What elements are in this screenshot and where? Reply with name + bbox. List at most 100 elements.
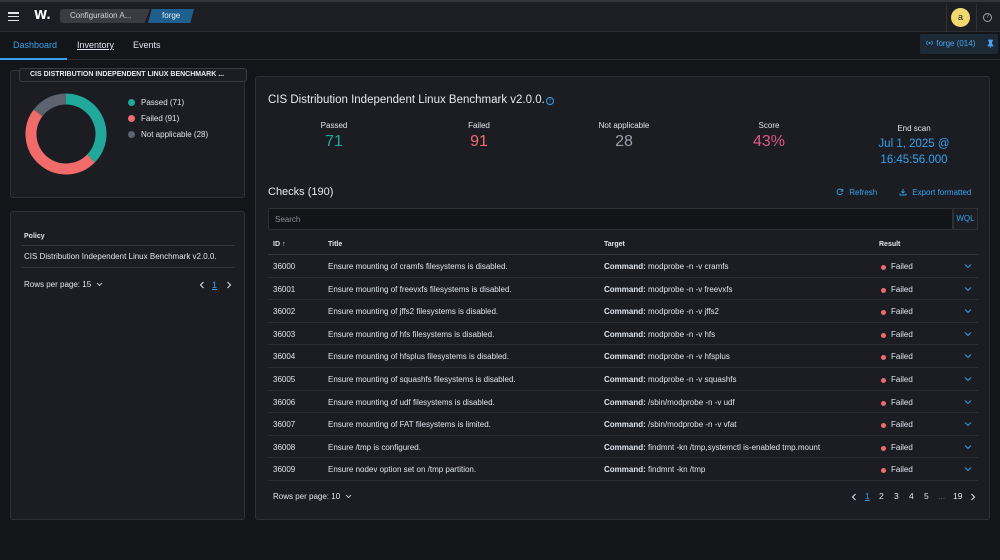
page-link[interactable]: 3 bbox=[894, 491, 899, 501]
table-row[interactable]: 36000 Ensure mounting of cramfs filesyste… bbox=[268, 255, 978, 278]
table-row[interactable]: 36005 Ensure mounting of squashfs filesys… bbox=[268, 368, 978, 391]
chevron-right-icon[interactable] bbox=[226, 281, 232, 289]
check-title: Ensure nodev option set on /tmp partitio… bbox=[328, 465, 477, 475]
check-id: 36004 bbox=[273, 352, 296, 362]
check-target: Command: /sbin/modprobe -n -v udf bbox=[604, 397, 735, 407]
tab-inventory[interactable]: Inventory bbox=[77, 40, 114, 50]
table-row[interactable]: 36006 Ensure mounting of udf filesystems … bbox=[268, 391, 978, 414]
divider bbox=[946, 4, 947, 32]
pin-icon[interactable] bbox=[987, 34, 994, 54]
radio-icon bbox=[926, 40, 933, 46]
expand-row-chevron-icon[interactable] bbox=[964, 352, 972, 360]
target-prefix: Command: bbox=[604, 329, 646, 339]
export-formatted-button[interactable]: Export formatted bbox=[899, 188, 971, 197]
page-link[interactable]: 2 bbox=[879, 491, 884, 501]
check-title: Ensure mounting of jffs2 filesystems is … bbox=[328, 307, 499, 317]
wql-button[interactable]: WQL bbox=[953, 208, 978, 230]
column-header-id[interactable]: ID ↑ bbox=[273, 241, 285, 248]
expand-row-chevron-icon[interactable] bbox=[964, 307, 972, 315]
checks-table: ID ↑ Title Target Result 36000 Ensure mou… bbox=[268, 236, 978, 481]
expand-row-chevron-icon[interactable] bbox=[964, 285, 972, 293]
expand-row-chevron-icon[interactable] bbox=[964, 375, 972, 383]
target-prefix: Command: bbox=[604, 284, 646, 294]
failed-status-dot bbox=[881, 377, 886, 383]
breadcrumb-configuration-assessment[interactable]: Configuration A... bbox=[60, 9, 150, 23]
tab-events[interactable]: Events bbox=[133, 40, 161, 50]
policy-list-panel: Policy CIS Distribution Independent Linu… bbox=[10, 211, 245, 520]
table-header: ID ↑ Title Target Result bbox=[268, 236, 978, 255]
legend-item-failed[interactable]: Failed (91) bbox=[128, 114, 208, 130]
check-id: 36005 bbox=[273, 374, 296, 384]
page-link[interactable]: 4 bbox=[909, 491, 914, 501]
check-target: Command: findmnt -kn /tmp,systemctl is-e… bbox=[604, 442, 821, 452]
check-id: 36003 bbox=[273, 329, 296, 339]
page-1-link[interactable]: 1 bbox=[212, 280, 217, 290]
table-row[interactable]: 36003 Ensure mounting of hfs filesystems … bbox=[268, 323, 978, 346]
legend-label: Failed (91) bbox=[141, 114, 180, 123]
search-field[interactable] bbox=[268, 208, 953, 230]
expand-row-chevron-icon[interactable] bbox=[964, 262, 972, 270]
table-row[interactable]: 36002 Ensure mounting of jffs2 filesystem… bbox=[268, 300, 978, 323]
legend-dot bbox=[128, 115, 135, 122]
policy-row[interactable]: CIS Distribution Independent Linux Bench… bbox=[24, 252, 217, 261]
table-row[interactable]: 36009 Ensure nodev option set on /tmp par… bbox=[268, 458, 978, 481]
page-link[interactable]: 5 bbox=[924, 491, 929, 501]
donut-slice-failed[interactable] bbox=[25, 109, 95, 175]
column-header-target[interactable]: Target bbox=[604, 241, 625, 248]
expand-row-chevron-icon[interactable] bbox=[964, 465, 972, 473]
export-icon bbox=[899, 189, 907, 196]
failed-status-dot bbox=[881, 355, 886, 361]
legend-item-passed[interactable]: Passed (71) bbox=[128, 98, 208, 114]
check-target: Command: /sbin/modprobe -n -v vfat bbox=[604, 420, 737, 430]
legend-item-not-applicable[interactable]: Not applicable (28) bbox=[128, 130, 208, 146]
info-icon[interactable]: i bbox=[546, 97, 554, 105]
stat-value[interactable]: 71 bbox=[289, 133, 379, 151]
app-logo[interactable]: W. bbox=[34, 8, 51, 22]
table-row[interactable]: 36007 Ensure mounting of FAT filesystems … bbox=[268, 413, 978, 436]
active-tab-indicator bbox=[0, 58, 67, 60]
tab-dashboard[interactable]: Dashboard bbox=[13, 40, 57, 50]
breadcrumb-agent[interactable]: forge bbox=[148, 9, 194, 23]
check-title: Ensure mounting of udf filesystems is di… bbox=[328, 397, 495, 407]
chevron-left-icon[interactable] bbox=[199, 281, 205, 289]
chevron-left-icon[interactable] bbox=[851, 493, 857, 501]
donut-slice-passed[interactable] bbox=[65, 93, 107, 163]
column-header-result[interactable]: Result bbox=[879, 241, 900, 248]
rows-per-page-selector[interactable]: Rows per page: 15 bbox=[24, 280, 103, 289]
table-row[interactable]: 36001 Ensure mounting of freevxfs filesys… bbox=[268, 278, 978, 301]
page-link[interactable]: 1 bbox=[865, 491, 870, 501]
policy-detail-panel: CIS Distribution Independent Linux Bench… bbox=[255, 76, 990, 520]
check-result: Failed bbox=[891, 420, 913, 430]
agent-selector-button[interactable]: forge (014) bbox=[920, 34, 998, 54]
donut-slice-not-applicable[interactable] bbox=[33, 93, 67, 117]
expand-row-chevron-icon[interactable] bbox=[964, 330, 972, 338]
table-row[interactable]: 36008 Ensure /tmp is configured. Command: … bbox=[268, 436, 978, 459]
failed-status-dot bbox=[881, 423, 886, 429]
target-prefix: Command: bbox=[604, 397, 646, 407]
pagination-ellipsis: ... bbox=[938, 491, 946, 501]
chevron-right-icon[interactable] bbox=[970, 493, 976, 501]
divider bbox=[21, 245, 235, 246]
stat-score: Score 43% bbox=[724, 121, 814, 151]
stat-value[interactable]: 91 bbox=[434, 133, 524, 151]
help-icon[interactable]: ? bbox=[983, 13, 992, 22]
hamburger-menu-icon[interactable] bbox=[8, 12, 19, 22]
page-link[interactable]: 19 bbox=[953, 491, 962, 501]
check-target: Command: modprobe -n -v cramfs bbox=[604, 262, 729, 271]
check-result: Failed bbox=[891, 352, 913, 362]
column-header-title[interactable]: Title bbox=[328, 241, 342, 248]
failed-status-dot bbox=[881, 445, 886, 451]
table-row[interactable]: 36004 Ensure mounting of hfsplus filesyst… bbox=[268, 345, 978, 368]
expand-row-chevron-icon[interactable] bbox=[964, 420, 972, 428]
expand-row-chevron-icon[interactable] bbox=[964, 398, 972, 406]
rows-per-page-selector[interactable]: Rows per page: 10 bbox=[273, 492, 352, 501]
search-input[interactable] bbox=[269, 209, 952, 229]
policy-column-header[interactable]: Policy bbox=[24, 233, 45, 240]
target-prefix: Command: bbox=[604, 442, 646, 452]
agent-label: forge (014) bbox=[936, 39, 976, 48]
stat-value[interactable]: 28 bbox=[579, 133, 669, 151]
avatar[interactable]: a bbox=[951, 8, 970, 27]
tab-bar: Dashboard Inventory Events bbox=[0, 32, 1000, 60]
refresh-button[interactable]: Refresh bbox=[836, 188, 877, 197]
expand-row-chevron-icon[interactable] bbox=[964, 443, 972, 451]
